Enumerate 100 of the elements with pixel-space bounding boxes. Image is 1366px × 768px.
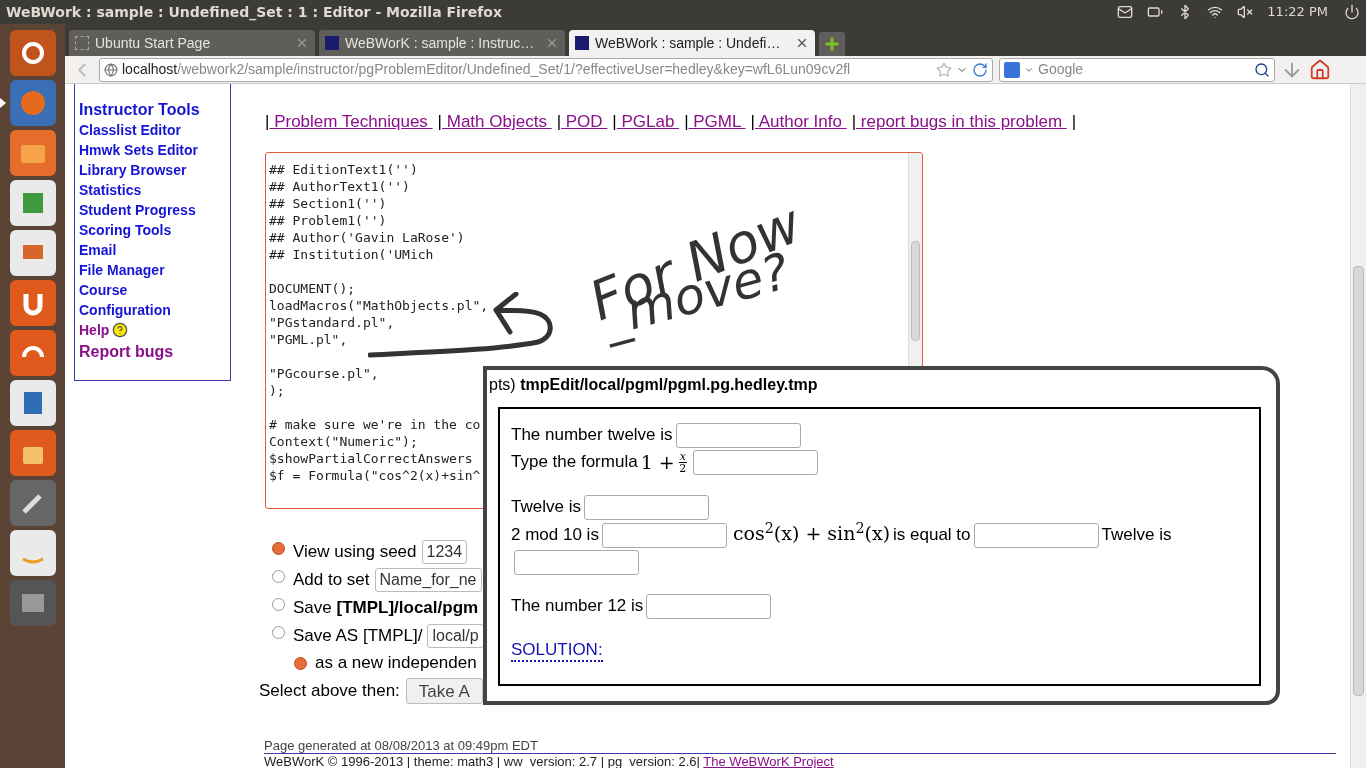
option-label: Save [TMPL]/local/pgm	[293, 597, 479, 620]
text-field[interactable]: Name_for_ne	[374, 568, 482, 592]
search-icon[interactable]	[1254, 61, 1270, 78]
workspaces-launcher-icon[interactable]	[9, 580, 56, 626]
sidebar-link[interactable]: Configuration	[79, 299, 171, 321]
option-label: Add to set	[293, 569, 370, 592]
code-line: ## Problem1('')	[269, 212, 387, 229]
sidebar-link[interactable]: Classlist Editor	[79, 119, 181, 141]
option-label: View using seed	[293, 541, 417, 564]
code-line: ## AuthorText1('')	[269, 178, 410, 195]
u-launcher-icon[interactable]	[9, 280, 56, 326]
question-text: 2 mod 10 is	[511, 525, 599, 545]
question-text: Twelve is	[1101, 525, 1172, 545]
separator: |	[556, 111, 562, 134]
reload-icon[interactable]	[972, 61, 988, 78]
spreadsheet-launcher-icon[interactable]	[9, 180, 56, 226]
option-label: Select above then:	[259, 680, 400, 703]
sidebar-link[interactable]: Student Progress	[79, 199, 196, 221]
radio-button[interactable]	[272, 626, 285, 639]
battery-icon[interactable]	[1147, 4, 1164, 20]
separator: |	[684, 111, 689, 134]
project-link[interactable]: The WeBWorK Project	[703, 754, 834, 768]
separator: |	[851, 111, 857, 134]
page-scrollbar[interactable]	[1350, 84, 1366, 768]
separator: |	[1071, 111, 1077, 134]
help-icon	[112, 322, 129, 338]
answer-field[interactable]	[601, 523, 727, 549]
question-text: The number twelve is	[511, 425, 673, 444]
radio-button[interactable]	[272, 570, 285, 583]
radio-button[interactable]	[272, 542, 285, 555]
window-title: WeBWork : sample : Undefined_Set : 1 : Editor - Mozilla Firefox	[6, 2, 503, 23]
code-line: ## Section1('')	[269, 195, 387, 212]
solution-link[interactable]: SOLUTION:	[511, 640, 603, 663]
answer-field[interactable]	[514, 550, 639, 576]
muted-speaker-icon[interactable]	[1237, 4, 1254, 20]
sidebar-link[interactable]: Course	[79, 279, 128, 301]
browser-tab[interactable]: Ubuntu Start Page	[69, 30, 315, 56]
close-tab-icon[interactable]	[795, 36, 809, 50]
code-line: );	[269, 382, 285, 399]
nav-link[interactable]: Math Objects	[442, 109, 552, 135]
search-bar[interactable]: Google	[999, 57, 1275, 82]
browser-tab[interactable]: WeBWorK : sample : Instruc…	[319, 30, 565, 56]
blank-page-icon	[75, 36, 89, 50]
search-field[interactable]: Google	[1038, 59, 1250, 80]
option-label: as a new independen	[315, 652, 477, 675]
separator: |	[437, 111, 442, 134]
radio-button[interactable]	[272, 598, 285, 611]
sidebar-link[interactable]: Statistics	[79, 179, 142, 201]
code-line: $showPartialCorrectAnswers	[269, 450, 473, 467]
submit-button[interactable]: Take A	[405, 678, 483, 704]
power-icon[interactable]	[1344, 4, 1360, 20]
ubuntu-launcher-icon[interactable]	[9, 30, 56, 76]
document-launcher-icon[interactable]	[9, 380, 56, 426]
browser-tab[interactable]: WeBWork : sample : Undefi…	[569, 30, 815, 56]
sidebar-link[interactable]: Instructor Tools	[79, 98, 200, 122]
sidebar-link[interactable]: Hmwk Sets Editor	[79, 139, 199, 161]
code-line: Context("Numeric");	[269, 433, 418, 450]
plus-icon	[823, 35, 841, 53]
sidebar-link[interactable]: Help	[79, 319, 110, 341]
nav-link[interactable]: Author Info	[755, 109, 847, 135]
nav-link[interactable]: PGLab	[616, 109, 680, 135]
search-engine-icon[interactable]	[1004, 61, 1020, 78]
separator: |	[750, 111, 755, 134]
nav-link[interactable]: PGML	[688, 109, 746, 135]
folder-launcher-icon[interactable]	[9, 130, 56, 176]
sidebar-link[interactable]: File Manager	[79, 259, 165, 281]
sidebar-link[interactable]: Email	[79, 239, 117, 261]
answer-field[interactable]	[583, 495, 709, 521]
code-line: "PGcourse.pl",	[269, 365, 379, 382]
home-icon[interactable]	[1309, 58, 1331, 81]
sidebar-link[interactable]: Library Browser	[79, 159, 187, 181]
globe-icon	[104, 62, 118, 77]
question-text: Type the formula	[511, 452, 638, 471]
code-line: ## Institution('UMich	[269, 246, 434, 263]
presentation-launcher-icon[interactable]	[9, 230, 56, 276]
sidebar-link[interactable]: Report bugs	[79, 340, 174, 364]
radio-button[interactable]	[294, 656, 307, 670]
code-line: # make sure we're in the co	[269, 416, 481, 433]
wifi-icon[interactable]	[1207, 4, 1224, 20]
code-line: "PGML.pl",	[269, 331, 348, 348]
clock[interactable]: 11:22 PM	[1267, 2, 1328, 22]
nav-link[interactable]: report bugs in this problem	[856, 109, 1067, 135]
answer-field[interactable]	[675, 423, 801, 448]
option-label: Save AS [TMPL]/	[293, 625, 423, 648]
answer-field[interactable]	[973, 523, 1099, 549]
question-text: is equal to	[893, 525, 971, 545]
answer-field[interactable]	[646, 594, 772, 620]
bookmark-star-icon[interactable]	[936, 61, 952, 78]
code-line: loadMacros("MathObjects.pl",	[269, 297, 489, 314]
text-field[interactable]: 1234	[421, 540, 468, 564]
separator: |	[612, 111, 617, 134]
nav-link[interactable]: POD	[561, 109, 608, 135]
new-tab-button[interactable]	[819, 32, 845, 56]
amazon-launcher-icon[interactable]	[9, 530, 56, 576]
sidebar-link[interactable]: Scoring Tools	[79, 219, 172, 241]
problem-title: pts) tmpEdit/local/pgml/pgml.pg.hedley.tmp	[489, 375, 819, 395]
answer-field[interactable]	[692, 450, 818, 476]
nav-link[interactable]: Problem Techniques	[269, 109, 433, 135]
mail-icon[interactable]	[1117, 4, 1134, 20]
address-field[interactable]: localhost/webwork2/sample/instructor/pgProblemEditor/Undefined_Set/1/?effectiveUser=hedley&key=wfL6Lun09cv2fl	[99, 57, 993, 82]
